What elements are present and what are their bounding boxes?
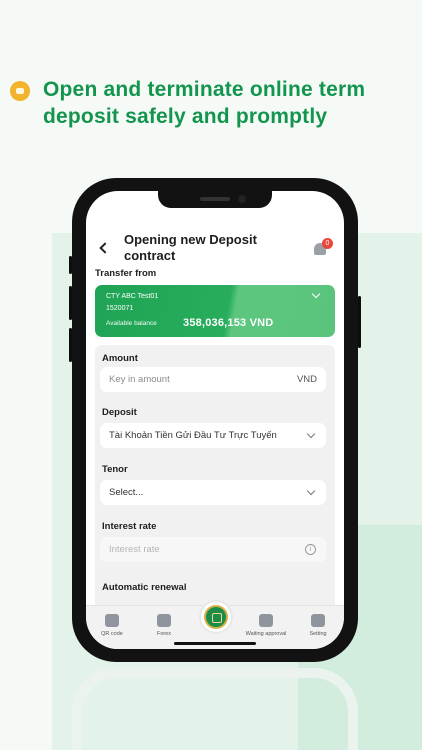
front-camera (238, 195, 246, 203)
tab-label: QR code (101, 631, 123, 637)
tab-forex[interactable]: Forex (138, 614, 190, 637)
deposit-select[interactable]: Tài Khoản Tiền Gửi Đầu Tư Trực Tuyến (100, 423, 326, 448)
phone-volume-up-button (69, 286, 72, 320)
tab-label: Waiting approval (245, 631, 287, 637)
tab-label: Setting (309, 631, 327, 637)
tab-qr-code[interactable]: QR code (86, 614, 138, 637)
bank-logo-icon (204, 605, 228, 629)
forex-icon (157, 614, 171, 627)
source-account-card[interactable]: CTY ABC Test01 1520071 Available balance… (95, 285, 335, 337)
info-icon[interactable]: i (305, 544, 316, 555)
phone-notch (158, 191, 272, 208)
tenor-select[interactable]: Select... (100, 480, 326, 505)
interest-rate-placeholder: Interest rate (109, 544, 160, 555)
account-number: 1520071 (106, 305, 134, 312)
coin-icon (10, 81, 30, 101)
clipboard-icon (259, 614, 273, 627)
notification-button[interactable]: 0 (312, 238, 334, 260)
back-arrow-icon[interactable] (99, 242, 111, 254)
tab-setting[interactable]: Setting (292, 614, 344, 637)
gear-icon (311, 614, 325, 627)
currency-unit: VND (296, 374, 317, 385)
speaker-grille (200, 197, 230, 201)
available-balance: 358,036,153 VND (183, 317, 274, 329)
transfer-from-label: Transfer from (95, 268, 157, 279)
automatic-renewal-label: Automatic renewal (102, 582, 187, 593)
tab-label: Forex (156, 631, 172, 637)
phone-mockup: Opening new Deposit contract 0 Transfer … (69, 178, 361, 662)
phone-side-button (69, 256, 72, 274)
screen-title: Opening new Deposit contract (124, 232, 257, 263)
interest-rate-field: Interest rate i (100, 537, 326, 562)
tenor-label: Tenor (102, 464, 128, 475)
deposit-value: Tài Khoản Tiền Gửi Đầu Tư Trực Tuyến (109, 430, 277, 441)
phone-screen: Opening new Deposit contract 0 Transfer … (86, 191, 344, 649)
qr-icon (105, 614, 119, 627)
interest-rate-label: Interest rate (102, 521, 157, 532)
home-indicator (174, 642, 256, 645)
chevron-down-icon[interactable] (311, 289, 321, 299)
deposit-label: Deposit (102, 407, 137, 418)
amount-input[interactable]: Key in amount VND (100, 367, 326, 392)
headline-text: Open and terminate online term deposit s… (43, 78, 366, 128)
chevron-down-icon (306, 486, 316, 496)
available-balance-label: Available balance (106, 320, 157, 327)
phone-reflection (72, 668, 358, 750)
phone-power-button (358, 296, 361, 348)
phone-volume-down-button (69, 328, 72, 362)
home-button[interactable] (199, 600, 233, 634)
notification-badge: 0 (322, 238, 333, 249)
chevron-down-icon (306, 429, 316, 439)
tenor-value: Select... (109, 487, 144, 498)
app-header: Opening new Deposit contract 0 (86, 221, 344, 265)
tab-waiting-approval[interactable]: Waiting approval (240, 614, 292, 637)
amount-label: Amount (102, 353, 138, 364)
amount-placeholder: Key in amount (109, 374, 170, 385)
account-name: CTY ABC Test01 (106, 293, 159, 300)
promo-headline: Open and terminate online term deposit s… (10, 76, 420, 130)
